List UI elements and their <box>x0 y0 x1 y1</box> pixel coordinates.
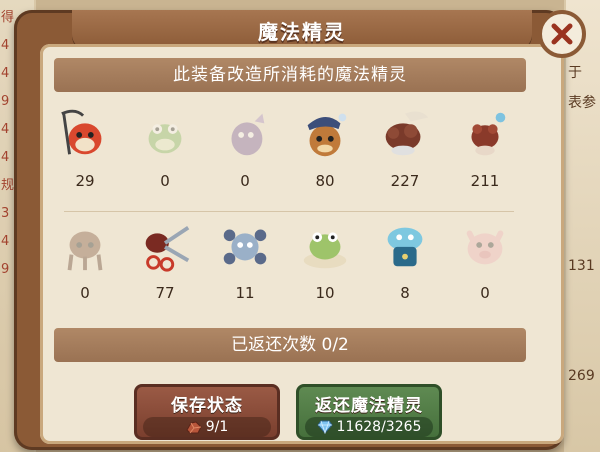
spirit-slot[interactable]: 0 <box>210 104 280 190</box>
background-fragment: 4 <box>1 150 10 165</box>
return-cost-value: 11628/3265 <box>336 419 422 435</box>
background-fragment: 131 <box>568 258 595 274</box>
spirit-count: 80 <box>315 172 335 190</box>
row-divider <box>64 211 514 212</box>
background-fragment: 4 <box>1 234 10 249</box>
return-cost: 11628/3265 <box>305 417 433 437</box>
save-state-button[interactable]: 保存状态 9/1 <box>134 384 280 440</box>
cloud-bug-spirit-icon <box>456 104 514 162</box>
save-state-label: 保存状态 <box>171 396 243 416</box>
close-button[interactable] <box>538 10 586 58</box>
spirit-slot[interactable]: 0 <box>50 216 120 302</box>
background-right-strip: 井于表参131269 <box>566 0 600 452</box>
cost-header: 此装备改造所消耗的魔法精灵 <box>54 58 526 92</box>
spirit-slot[interactable]: 211 <box>450 104 520 190</box>
green-frog-spirit-icon <box>136 104 194 162</box>
background-fragment: 得 <box>1 10 15 25</box>
sack-mushroom-spirit-icon <box>376 104 434 162</box>
spirit-count: 227 <box>390 172 420 190</box>
save-cost: 9/1 <box>143 417 271 437</box>
diamond-icon <box>316 420 333 434</box>
red-reaper-spirit-icon <box>56 104 114 162</box>
spirit-slot[interactable]: 227 <box>370 104 440 190</box>
spirit-count: 77 <box>155 284 175 302</box>
return-spirits-button[interactable]: 返还魔法精灵 11628/3265 <box>296 384 442 440</box>
spirit-slot[interactable]: 0 <box>130 104 200 190</box>
spirit-count: 0 <box>160 172 170 190</box>
purple-rock-spirit-icon <box>216 104 274 162</box>
scissors-spirit-icon <box>136 216 194 274</box>
save-cost-value: 9/1 <box>205 419 229 435</box>
spirit-slot[interactable]: 10 <box>290 216 360 302</box>
background-fragment: 9 <box>1 262 10 277</box>
spirit-slot[interactable]: 80 <box>290 104 360 190</box>
blue-lock-spirit-icon <box>376 216 434 274</box>
pink-pig-spirit-icon <box>456 216 514 274</box>
close-icon <box>551 23 573 45</box>
spirit-count: 29 <box>75 172 95 190</box>
return-spirits-label: 返还魔法精灵 <box>315 396 423 416</box>
spirit-count: 0 <box>240 172 250 190</box>
background-fragment: 4 <box>1 66 10 81</box>
spirit-slot[interactable]: 77 <box>130 216 200 302</box>
blue-flower-spirit-icon <box>216 216 274 274</box>
spirit-slot[interactable]: 11 <box>210 216 280 302</box>
background-fragment: 3 <box>1 206 10 221</box>
ghost-tree-spirit-icon <box>56 216 114 274</box>
spirit-slot[interactable]: 29 <box>50 104 120 190</box>
background-fragment: 于 <box>568 65 582 81</box>
spirit-count: 10 <box>315 284 335 302</box>
spirit-slot[interactable]: 0 <box>450 216 520 302</box>
spirit-slot[interactable]: 8 <box>370 216 440 302</box>
background-fragment: 9 <box>1 94 10 109</box>
background-fragment: 269 <box>568 368 595 384</box>
hat-bean-spirit-icon <box>296 104 354 162</box>
spirit-count: 0 <box>480 284 490 302</box>
spirit-count: 8 <box>400 284 410 302</box>
returned-count-bar: 已返还次数 0/2 <box>54 328 526 362</box>
frog-plate-spirit-icon <box>296 216 354 274</box>
background-fragment: 表参 <box>568 95 596 111</box>
background-fragment: 4 <box>1 38 10 53</box>
background-fragment: 4 <box>1 122 10 137</box>
gem-ore-icon <box>186 421 202 434</box>
dialog-title: 魔法精灵 <box>258 20 346 44</box>
spirit-count: 211 <box>470 172 500 190</box>
spirit-count: 11 <box>235 284 255 302</box>
background-fragment: 规 <box>1 178 15 193</box>
spirit-count: 0 <box>80 284 90 302</box>
